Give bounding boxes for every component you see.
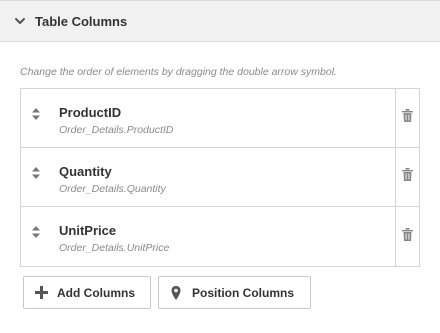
add-columns-label: Add Columns bbox=[57, 285, 135, 300]
column-source: Order_Details.Quantity bbox=[59, 183, 166, 195]
column-row-body[interactable]: ProductID Order_Details.ProductID bbox=[21, 89, 395, 147]
columns-list: ProductID Order_Details.ProductID Quanti… bbox=[20, 88, 420, 267]
trash-icon[interactable] bbox=[402, 227, 413, 246]
panel-title: Table Columns bbox=[35, 13, 128, 29]
column-row-body[interactable]: Quantity Order_Details.Quantity bbox=[21, 148, 395, 206]
delete-column-button[interactable] bbox=[395, 207, 419, 266]
delete-column-button[interactable] bbox=[395, 89, 419, 147]
panel-header[interactable]: Table Columns bbox=[0, 0, 440, 42]
position-columns-label: Position Columns bbox=[192, 285, 294, 300]
column-source: Order_Details.UnitPrice bbox=[59, 242, 170, 254]
trash-icon[interactable] bbox=[402, 109, 413, 127]
column-name: UnitPrice bbox=[59, 223, 117, 238]
position-columns-button[interactable]: Position Columns bbox=[158, 276, 311, 309]
column-source: Order_Details.ProductID bbox=[59, 124, 174, 136]
chevron-down-icon[interactable] bbox=[14, 15, 26, 27]
trash-icon[interactable] bbox=[402, 168, 413, 186]
plus-icon bbox=[34, 286, 48, 300]
map-pin-icon bbox=[169, 285, 183, 300]
column-row[interactable]: UnitPrice Order_Details.UnitPrice bbox=[21, 207, 419, 266]
double-arrow-icon[interactable] bbox=[31, 166, 41, 180]
table-columns-panel: Table Columns Change the order of elemen… bbox=[0, 0, 440, 333]
column-name: Quantity bbox=[59, 164, 112, 179]
instruction-text: Change the order of elements by dragging… bbox=[20, 66, 337, 78]
column-row-body[interactable]: UnitPrice Order_Details.UnitPrice bbox=[21, 207, 395, 266]
double-arrow-icon[interactable] bbox=[31, 107, 41, 121]
column-name: ProductID bbox=[59, 105, 122, 120]
delete-column-button[interactable] bbox=[395, 148, 419, 206]
column-row[interactable]: Quantity Order_Details.Quantity bbox=[21, 148, 419, 207]
column-row[interactable]: ProductID Order_Details.ProductID bbox=[21, 89, 419, 148]
add-columns-button[interactable]: Add Columns bbox=[23, 276, 151, 309]
double-arrow-icon[interactable] bbox=[31, 225, 41, 239]
